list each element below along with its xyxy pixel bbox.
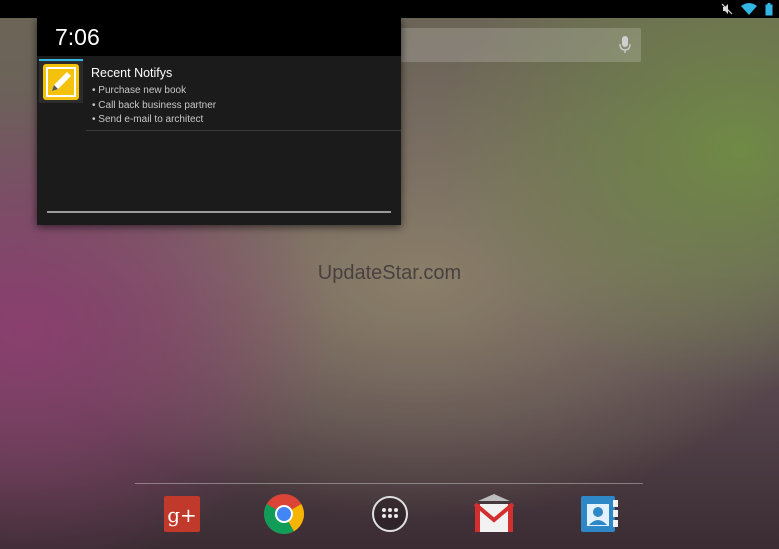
apps-grid-icon[interactable]: [368, 492, 412, 536]
notification-icon-frame: [39, 59, 83, 103]
notification-header: 7:06: [37, 18, 401, 56]
notification-line: • Purchase new book: [92, 85, 187, 96]
notification-line: • Call back business partner: [92, 99, 217, 111]
gmail-icon[interactable]: [472, 492, 516, 536]
notes-pencil-icon: [43, 64, 79, 100]
home-screen: 7:06 Recent Notifys • Purchase new book …: [0, 0, 779, 549]
mic-icon[interactable]: [619, 36, 631, 54]
clock: 7:06: [55, 24, 100, 50]
dock-divider: [135, 483, 643, 484]
wifi-icon: [741, 3, 757, 15]
notification-title: Recent Notifys: [91, 66, 173, 80]
shade-drag-handle[interactable]: [47, 211, 391, 213]
mute-icon: [721, 3, 733, 15]
notification-item[interactable]: Recent Notifys • Purchase new book • Cal…: [37, 56, 401, 131]
notification-line: • Send e-mail to architect: [92, 114, 204, 125]
svg-text:g+: g+: [167, 503, 197, 527]
notification-shade[interactable]: 7:06 Recent Notifys • Purchase new book …: [37, 18, 401, 225]
search-bar[interactable]: [400, 28, 641, 62]
battery-icon: [765, 2, 773, 15]
status-icons: [721, 2, 773, 16]
google-plus-icon[interactable]: g+: [160, 492, 204, 536]
watermark: UpdateStar.com: [317, 262, 462, 284]
status-bar[interactable]: [0, 0, 779, 18]
contacts-icon[interactable]: [577, 492, 621, 536]
notification-lines: • Purchase new book • Call back business…: [92, 84, 216, 128]
dock: g+: [0, 492, 779, 540]
chrome-icon[interactable]: [262, 492, 306, 536]
notification-divider: [86, 130, 401, 131]
